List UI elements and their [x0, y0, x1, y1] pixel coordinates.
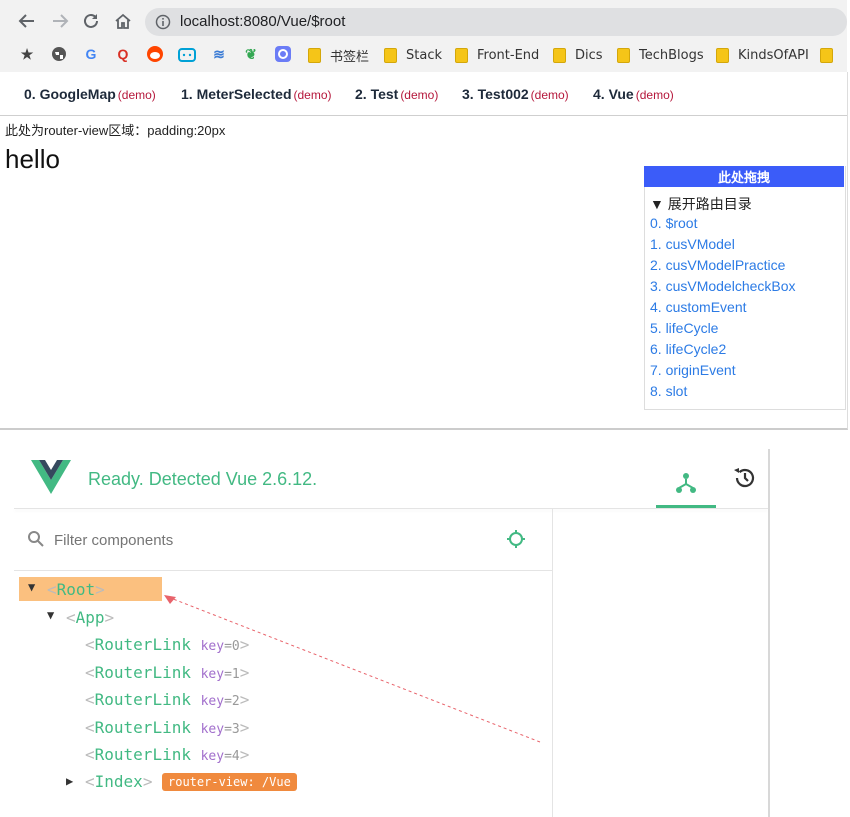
bookmark-folder[interactable]: Dics — [553, 45, 603, 65]
bookmark-folder[interactable]: 书签栏 — [308, 45, 369, 65]
star-icon[interactable]: ★ — [18, 45, 36, 63]
expand-root-icon[interactable]: ▼ — [28, 580, 35, 594]
nav-link-meterselected[interactable]: 1. MeterSelected (demo) — [181, 86, 332, 102]
reload-icon[interactable] — [78, 8, 104, 34]
tree-node-index[interactable]: <Index> — [85, 772, 152, 791]
vue-logo-icon — [31, 460, 71, 499]
folder-icon — [553, 47, 566, 63]
filter-components-input[interactable] — [52, 528, 456, 552]
bilibili-icon[interactable] — [178, 45, 196, 63]
layers-icon[interactable]: ≋ — [210, 45, 228, 63]
folder-icon — [308, 47, 321, 63]
bookmark-folder[interactable]: Stack — [384, 45, 442, 65]
router-view-note: 此处为router-view区域：padding:20px — [5, 123, 226, 138]
folder-icon — [716, 47, 729, 63]
filter-divider — [14, 570, 552, 571]
hello-text: hello — [5, 144, 60, 174]
back-icon[interactable] — [14, 8, 40, 34]
google-icon[interactable]: G — [82, 45, 100, 63]
target-select-icon[interactable] — [506, 529, 526, 554]
reddit-icon[interactable] — [146, 45, 164, 63]
folder-icon — [617, 47, 630, 63]
leaf-icon[interactable]: ❦ — [242, 45, 260, 63]
info-icon[interactable] — [155, 14, 171, 30]
bookmark-folder[interactable]: Front-End — [455, 45, 539, 65]
route-summary-toggle[interactable]: ▼ 展开路由目录 — [650, 194, 752, 214]
tree-node-app[interactable]: <App> — [66, 608, 114, 627]
c-icon[interactable] — [274, 45, 292, 63]
component-tree-icon — [676, 473, 696, 493]
tree-node-root[interactable]: <Root> — [47, 580, 105, 599]
bookmark-folder[interactable]: TechBlogs — [617, 45, 704, 65]
route-link[interactable]: 5. lifeCycle — [650, 320, 718, 336]
q-icon[interactable]: Q — [114, 45, 132, 63]
nav-link-googlemap[interactable]: 0. GoogleMap (demo) — [24, 86, 156, 102]
devtools-pane-divider — [552, 509, 553, 817]
drag-handle[interactable]: 此处拖拽 — [644, 166, 844, 187]
bookmark-folder-overflow[interactable] — [820, 45, 842, 65]
route-link[interactable]: 0. $root — [650, 215, 697, 231]
nav-link-vue[interactable]: 4. Vue (demo) — [593, 86, 674, 102]
route-link[interactable]: 3. cusVModelcheckBox — [650, 278, 796, 294]
folder-icon — [820, 47, 833, 63]
route-link[interactable]: 6. lifeCycle2 — [650, 341, 726, 357]
globe-icon[interactable] — [50, 45, 68, 63]
components-tab[interactable] — [656, 458, 716, 508]
prop-key: key — [200, 749, 225, 764]
expand-app-icon[interactable]: ▼ — [47, 608, 54, 622]
history-icon[interactable] — [733, 466, 757, 495]
route-link[interactable]: 1. cusVModel — [650, 236, 735, 252]
nav-link-test[interactable]: 2. Test (demo) — [355, 86, 438, 102]
folder-icon — [384, 47, 397, 63]
devtools-header-divider — [14, 508, 768, 509]
forward-icon[interactable] — [47, 8, 73, 34]
bookmark-folder[interactable]: KindsOfAPI — [716, 45, 809, 65]
router-view-badge: router-view: /Vue — [162, 773, 297, 791]
nav-divider — [0, 115, 847, 116]
prop-value: 4 — [231, 749, 240, 764]
annotation-arrow — [164, 595, 541, 743]
home-icon[interactable] — [110, 8, 136, 34]
url-text[interactable]: localhost:8080/Vue/$root — [180, 13, 345, 30]
folder-icon — [455, 47, 468, 63]
devtools-status: Ready. Detected Vue 2.6.12. — [88, 469, 318, 489]
route-link[interactable]: 8. slot — [650, 383, 687, 399]
route-link[interactable]: 2. cusVModelPractice — [650, 257, 785, 273]
route-link[interactable]: 7. originEvent — [650, 362, 736, 378]
expand-index-icon[interactable]: ▶ — [66, 774, 73, 788]
nav-link-test002[interactable]: 3. Test002 (demo) — [462, 86, 569, 102]
route-link[interactable]: 4. customEvent — [650, 299, 747, 315]
search-icon — [27, 530, 45, 553]
